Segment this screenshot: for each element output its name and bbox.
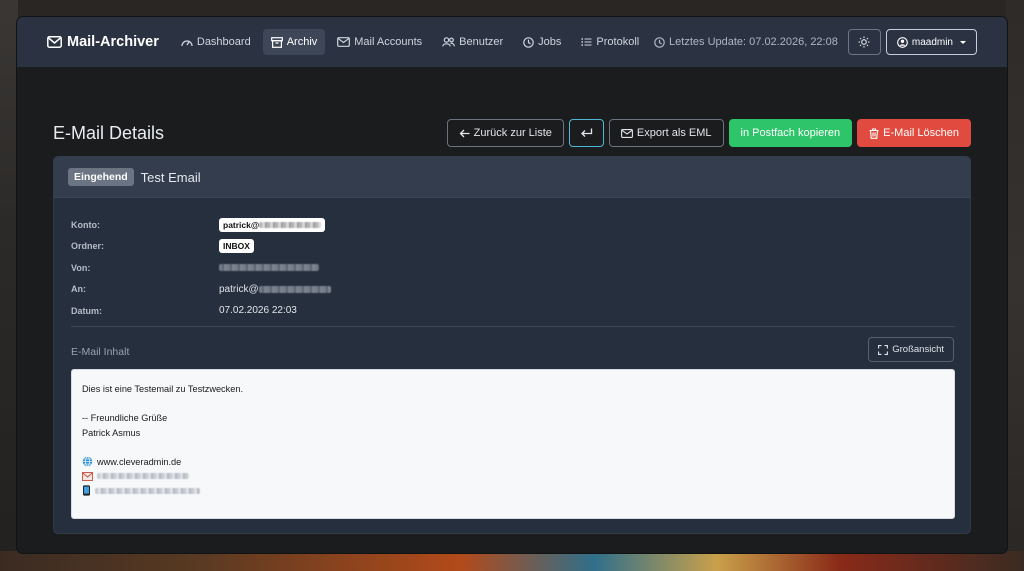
redacted-text [259,221,322,228]
email-subject: Test Email [140,169,201,185]
signature-email [82,469,944,484]
nav-label: Mail Accounts [354,36,423,48]
nav-label: Protokoll [596,36,640,48]
return-arrow-icon [580,128,593,138]
delete-email-button[interactable]: E-Mail Löschen [857,119,971,147]
redacted-text [219,264,319,272]
background-bottom [0,551,1024,571]
arrow-left-icon [459,129,470,138]
content-label: E-Mail Inhalt [71,346,130,358]
account-prefix: patrick@ [223,219,260,230]
nav-item-mail-accounts[interactable]: Mail Accounts [329,29,430,55]
gauge-icon [181,37,193,47]
nav-item-jobs[interactable]: Jobs [515,29,569,55]
user-circle-icon [897,36,908,48]
nav-item-benutzer[interactable]: Benutzer [434,29,511,55]
from-label: Von: [71,262,91,273]
theme-toggle-button[interactable] [847,29,881,55]
globe-icon [82,456,93,467]
account-value: patrick@ [219,217,326,232]
email-card-header: Eingehend Test Email [54,157,970,198]
redacted-text [258,285,331,293]
page-title: E-Mail Details [53,122,165,143]
date-value: 07.02.2026 22:03 [219,305,297,317]
nav-item-archiv[interactable]: Archiv [262,29,326,55]
redacted-text [97,473,189,480]
trash-icon [869,127,879,139]
to-prefix: patrick@ [219,283,259,295]
to-value: patrick@ [219,284,331,295]
folder-label: Ordner: [71,241,105,252]
copy-to-mailbox-button[interactable]: in Postfach kopieren [728,119,853,147]
export-eml-label: Export als EML [636,127,712,139]
mail-icon [82,471,93,481]
brand-label: Mail-Archiver [67,34,159,50]
body-line: -- Freundliche Grüße [82,413,168,423]
direction-badge: Eingehend [68,168,134,186]
archive-icon [270,36,283,48]
sun-icon [858,36,870,48]
background-left [0,0,18,571]
list-icon [581,37,592,47]
nav-label: Dashboard [196,36,251,48]
email-card: Eingehend Test Email Konto: patrick@ Ord… [53,156,971,534]
body-line: Dies ist eine Testemail zu Testzwecken. [82,384,244,394]
website-text[interactable]: www.cleveradmin.de [97,455,181,470]
export-eml-button[interactable]: Export als EML [608,119,724,147]
user-name: maadmin [911,36,953,48]
date-label: Datum: [71,305,102,316]
envelope-icon [47,36,62,48]
from-value [219,264,319,272]
signature-website: www.cleveradmin.de [82,455,944,470]
nav-label: Jobs [538,36,562,48]
folder-value: INBOX [219,239,254,254]
reply-button[interactable] [568,119,604,147]
chevron-down-icon [960,40,966,44]
clock-icon [523,36,534,48]
account-label: Konto: [71,219,100,230]
signature-phone [82,484,944,499]
fullview-label: Großansicht [892,344,944,355]
user-menu-button[interactable]: maadmin [885,29,977,55]
clock-icon [654,36,665,48]
nav-label: Benutzer [459,36,504,48]
back-to-list-label: Zurück zur Liste [473,127,552,139]
nav-item-protokoll[interactable]: Protokoll [573,29,647,55]
meta-row-to: An: patrick@ [71,279,955,301]
redacted-text [95,487,200,494]
to-label: An: [71,284,86,295]
delete-email-label: E-Mail Löschen [883,127,959,139]
mail-accounts-icon [337,37,351,47]
brand[interactable]: Mail-Archiver [47,34,159,50]
phone-icon [82,485,91,496]
action-bar: Zurück zur Liste Export als EML in Postf… [446,119,971,147]
envelope-icon [620,128,633,138]
divider [71,326,955,327]
page-header: E-Mail Details Zurück zur Liste Export a… [53,117,971,149]
background-right [1006,0,1024,571]
navbar: Mail-Archiver Dashboard Archiv Mail Acco… [17,17,1007,67]
meta-row-account: Konto: patrick@ [71,214,955,236]
meta-row-date: Datum: 07.02.2026 22:03 [71,300,955,322]
folder-badge: INBOX [219,239,254,254]
meta-row-folder: Ordner: INBOX [71,236,955,258]
nav-item-dashboard[interactable]: Dashboard [173,29,259,55]
email-body: Dies ist eine Testemail zu Testzwecken. … [71,369,955,519]
meta-row-from: Von: [71,257,955,279]
last-update-text: Letztes Update: 07.02.2026, 22:08 [669,36,838,48]
nav-label: Archiv [286,36,318,48]
account-badge: patrick@ [219,217,326,232]
body-line: Patrick Asmus [82,427,141,438]
app-window: Mail-Archiver Dashboard Archiv Mail Acco… [17,17,1007,553]
fullview-button[interactable]: Großansicht [868,337,954,362]
email-meta: Konto: patrick@ Ordner: INBOX Von: An: p… [71,214,955,322]
expand-icon [878,344,889,355]
last-update: Letztes Update: 07.02.2026, 22:08 [654,36,838,48]
nav-right: Letztes Update: 07.02.2026, 22:08 maadmi… [654,17,977,67]
back-to-list-button[interactable]: Zurück zur Liste [446,119,564,147]
users-icon [442,37,456,47]
copy-to-mailbox-label: in Postfach kopieren [740,127,841,139]
